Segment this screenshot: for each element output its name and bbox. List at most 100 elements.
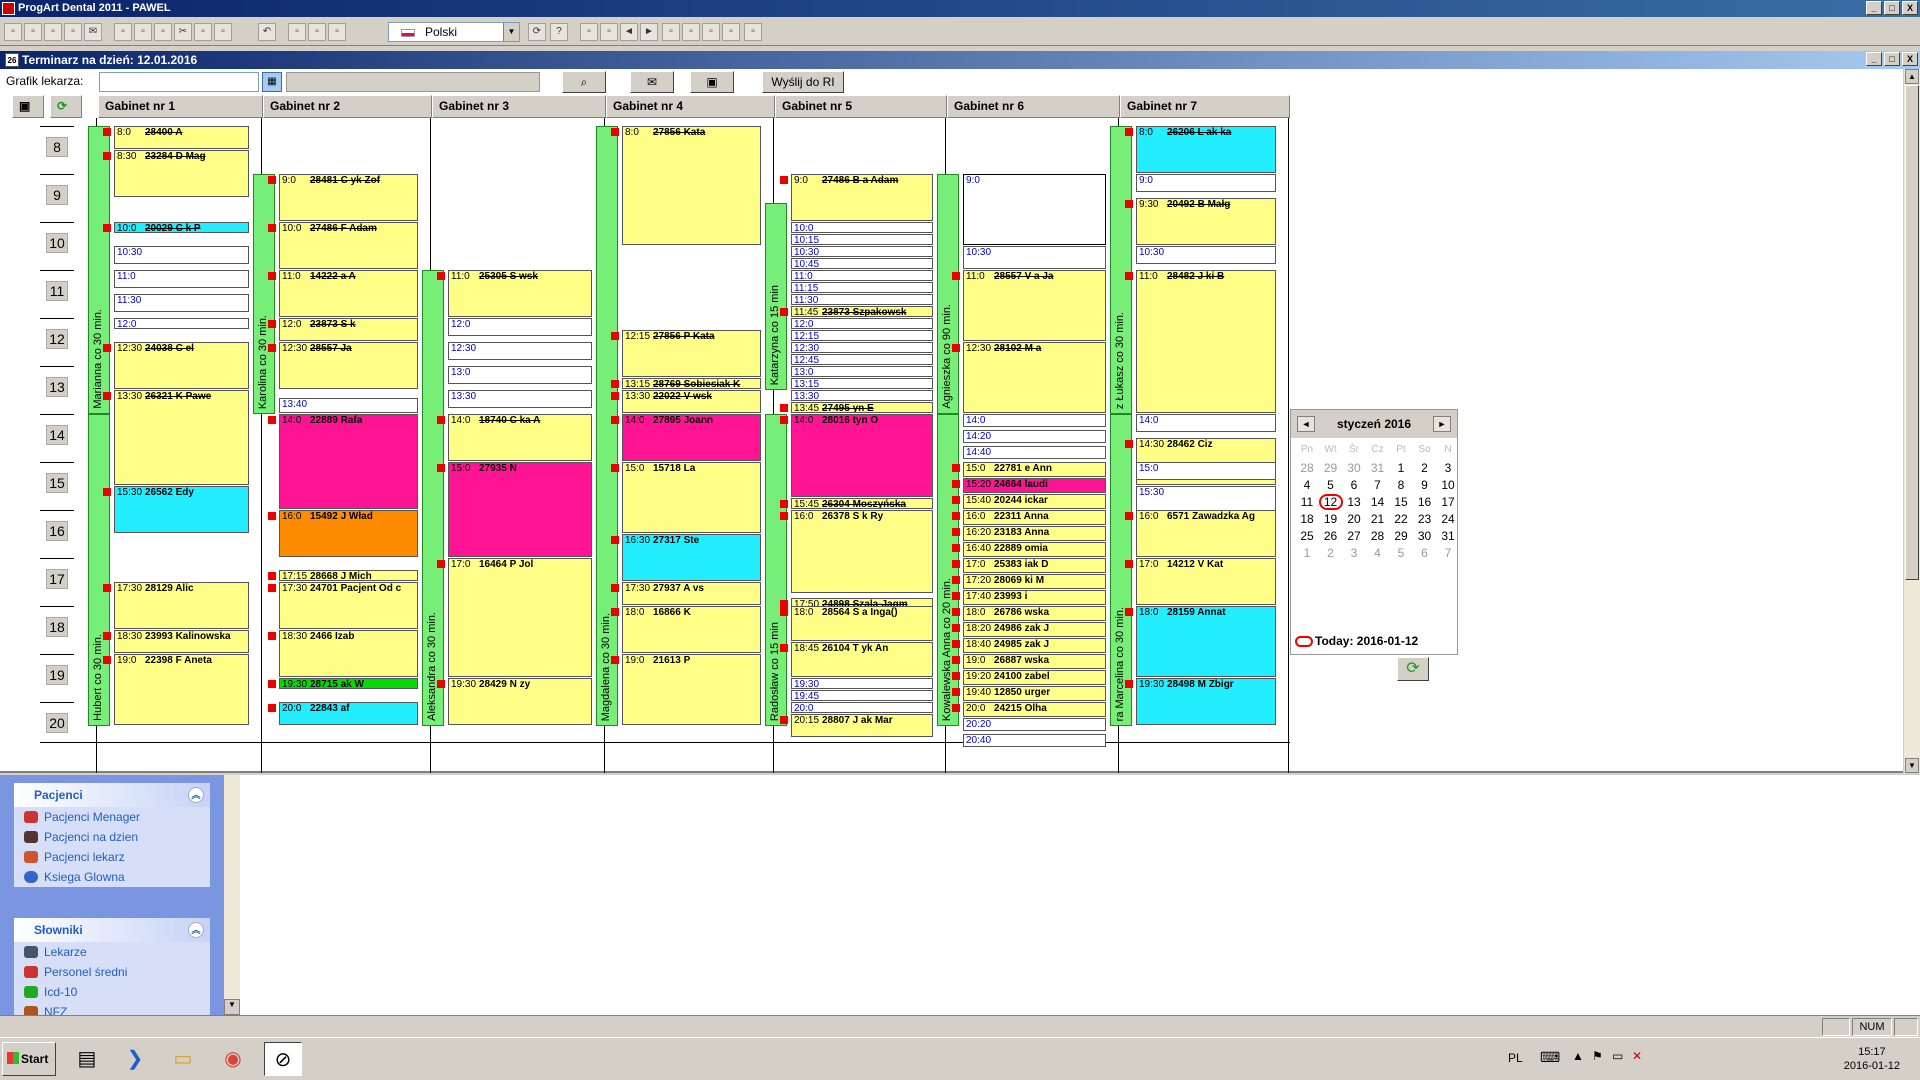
appointment-slot[interactable]: 12:0 23873 S k: [279, 318, 418, 341]
appointment-slot[interactable]: 11:0: [791, 270, 933, 281]
minimize-button[interactable]: _: [1866, 1, 1882, 15]
cut-icon[interactable]: ✂: [174, 23, 192, 41]
calendar-day[interactable]: 21: [1366, 511, 1390, 527]
appointment-slot[interactable]: 19:0 22398 F Aneta: [114, 654, 249, 725]
calendar-day[interactable]: 31: [1366, 460, 1390, 476]
nav-scrollbar[interactable]: ▼: [224, 775, 240, 1015]
appointment-slot[interactable]: 14:0 27895 Joann: [622, 414, 761, 461]
doctor-schedule-bar[interactable]: Marianna co 30 min.: [88, 126, 110, 414]
appointment-slot[interactable]: 15:20 24664 laudi: [963, 478, 1106, 493]
appointment-slot[interactable]: 20:40: [963, 734, 1106, 748]
appointment-slot[interactable]: 12:0: [791, 318, 933, 329]
appointment-slot[interactable]: 17:30 28129 Alic: [114, 582, 249, 629]
appointment-slot[interactable]: 17:0 16464 P Jol: [448, 558, 592, 677]
patients-icon[interactable]: ▫: [662, 23, 680, 41]
appointment-slot[interactable]: 10:15: [791, 234, 933, 245]
calendar-day[interactable]: 29: [1319, 460, 1343, 476]
copy-icon[interactable]: ▫: [194, 23, 212, 41]
appointment-slot[interactable]: 10:30: [1136, 246, 1276, 265]
calendar-day[interactable]: 28: [1295, 460, 1319, 476]
collapse-icon[interactable]: ︽: [188, 787, 204, 803]
appointment-slot[interactable]: 13:30: [448, 390, 592, 409]
calendar-icon[interactable]: ▫: [702, 23, 720, 41]
calendar-day[interactable]: 3: [1436, 460, 1460, 476]
appointment-slot[interactable]: 8:0 28400 A: [114, 126, 249, 149]
appointment-slot[interactable]: 11:15: [791, 282, 933, 293]
appointment-slot[interactable]: 17:30 24701 Pacjent Od c: [279, 582, 418, 629]
appointment-slot[interactable]: 18:30 2466 Izab: [279, 630, 418, 677]
appointment-slot[interactable]: 13:0: [448, 366, 592, 385]
patients-group-header[interactable]: Pacjenci ︽: [14, 783, 210, 807]
notes-icon[interactable]: ▫: [328, 23, 346, 41]
calendar-day[interactable]: 1: [1295, 545, 1319, 561]
calendar-day[interactable]: 2: [1413, 460, 1437, 476]
appointment-slot[interactable]: 16:40 22889 omia: [963, 542, 1106, 557]
nav-staff[interactable]: Personel średni: [14, 962, 210, 982]
doctor-schedule-bar[interactable]: Magdalena co 30 min.: [596, 126, 618, 726]
nav-patients-manager[interactable]: Pacjenci Menager: [14, 807, 210, 827]
collapse-icon[interactable]: ︽: [188, 922, 204, 938]
appointment-slot[interactable]: 15:30 26562 Edy: [114, 486, 249, 533]
appointment-slot[interactable]: 13:15: [791, 378, 933, 389]
appointment-slot[interactable]: 9:0: [963, 174, 1106, 245]
calendar-day[interactable]: 28: [1366, 528, 1390, 544]
appointment-slot[interactable]: 11:30: [791, 294, 933, 305]
appointment-slot[interactable]: 10:30: [114, 246, 249, 265]
preview-icon[interactable]: ▫: [64, 23, 82, 41]
appointment-slot[interactable]: 16:30 27317 Ste: [622, 534, 761, 581]
calendar-day[interactable]: 6: [1342, 477, 1366, 493]
appointment-slot[interactable]: 11:45 23873 Szpakowsk: [791, 306, 933, 317]
appointment-slot[interactable]: 15:45 26304 Moszyńska: [791, 498, 933, 509]
calendar-day[interactable]: 5: [1319, 477, 1343, 493]
search-button[interactable]: ⌕: [562, 71, 606, 93]
export-icon[interactable]: ▫: [134, 23, 152, 41]
close-button[interactable]: X: [1902, 1, 1918, 15]
appointment-slot[interactable]: 12:30: [448, 342, 592, 361]
appointment-slot[interactable]: 8:0 27856 Kata: [622, 126, 761, 245]
appointment-slot[interactable]: 13:0: [791, 366, 933, 377]
nav-patients-doctor[interactable]: Pacjenci lekarz: [14, 847, 210, 867]
appointment-slot[interactable]: 17:30 27937 A vs: [622, 582, 761, 605]
print-icon[interactable]: ▫: [154, 23, 172, 41]
doctor-schedule-bar[interactable]: Karolina co 30 min.: [253, 174, 275, 414]
chrome-icon[interactable]: ◉: [214, 1042, 252, 1076]
calendar-day[interactable]: 9: [1413, 477, 1437, 493]
appointment-slot[interactable]: 12:15: [791, 330, 933, 341]
doc-maximize-button[interactable]: □: [1884, 52, 1900, 66]
calendar-day[interactable]: 7: [1436, 545, 1460, 561]
nav-doctors[interactable]: Lekarze: [14, 942, 210, 962]
calendar-day[interactable]: 20: [1342, 511, 1366, 527]
nav-main-ledger[interactable]: Ksiega Glowna: [14, 867, 210, 887]
appointment-slot[interactable]: 13:30 26321 K Pawe: [114, 390, 249, 485]
appointment-slot[interactable]: 8:0 26206 L ak ka: [1136, 126, 1276, 173]
prev-month-button[interactable]: ◄: [1297, 416, 1315, 432]
powershell-icon[interactable]: ❯: [116, 1042, 154, 1076]
appointment-slot[interactable]: 15:0 15718 La: [622, 462, 761, 533]
keyboard-icon[interactable]: ⌨: [1540, 1049, 1560, 1066]
appointment-slot[interactable]: 16:0 6571 Zawadzka Ag: [1136, 510, 1276, 557]
appointment-slot[interactable]: 14:20: [963, 430, 1106, 444]
appointment-slot[interactable]: 19:0 21613 P: [622, 654, 761, 725]
appointment-slot[interactable]: 11:0: [114, 270, 249, 289]
vertical-scrollbar[interactable]: ▲ ▼: [1903, 69, 1920, 773]
appointment-slot[interactable]: 17:40 23993 i: [963, 590, 1106, 605]
appointment-slot[interactable]: 19:45: [791, 690, 933, 701]
appointment-slot[interactable]: 16:0 15492 J Wład: [279, 510, 418, 557]
undo-icon[interactable]: ↶: [258, 23, 276, 41]
appointment-slot[interactable]: 18:0 26786 wska: [963, 606, 1106, 621]
server-manager-icon[interactable]: ▤: [68, 1042, 106, 1076]
appointment-slot[interactable]: 12:30 28102 M a: [963, 342, 1106, 413]
appointment-slot[interactable]: 18:40 24985 zak J: [963, 638, 1106, 653]
appointment-slot[interactable]: 18:0 28564 S a Inga(): [791, 606, 933, 641]
appointment-slot[interactable]: 16:0 22311 Anna: [963, 510, 1106, 525]
appointment-slot[interactable]: 11:30: [114, 294, 249, 313]
appointment-slot[interactable]: 11:0 28557 V a Ja: [963, 270, 1106, 341]
calendar-day[interactable]: 27: [1342, 528, 1366, 544]
appointment-slot[interactable]: 9:0 27486 B a Adam: [791, 174, 933, 221]
appointment-slot[interactable]: 19:30 28429 N zy: [448, 678, 592, 725]
tooth-icon[interactable]: ▫: [744, 23, 762, 41]
calendar-day[interactable]: 19: [1319, 511, 1343, 527]
save-icon[interactable]: ▫: [44, 23, 62, 41]
refresh-icon[interactable]: ⟳: [528, 23, 546, 41]
appointment-slot[interactable]: 12:30 28557 Ja: [279, 342, 418, 389]
